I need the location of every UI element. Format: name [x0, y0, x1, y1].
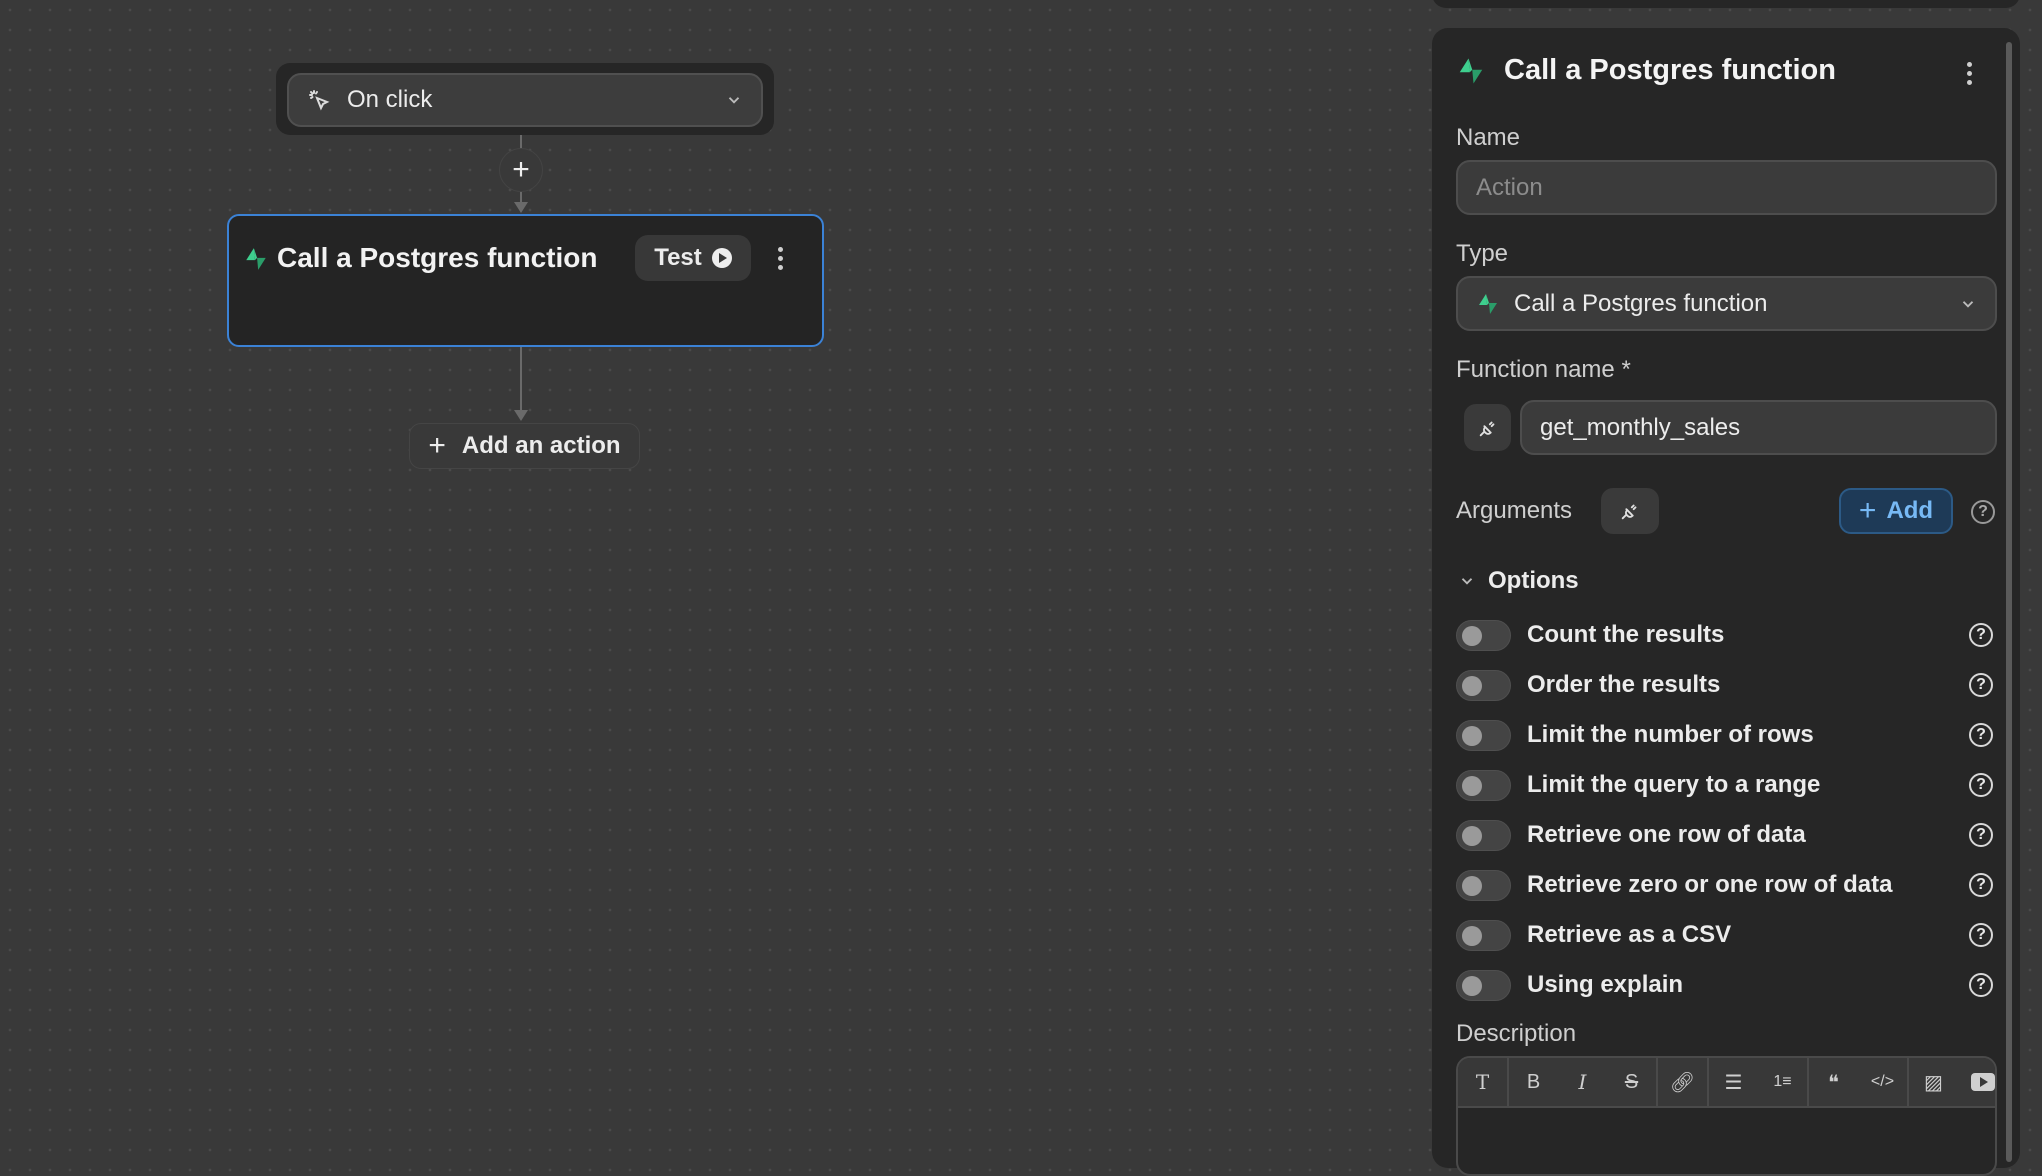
bolt-icon	[243, 246, 269, 272]
help-icon[interactable]: ?	[1969, 823, 1993, 847]
option-label: Limit the query to a range	[1527, 771, 1821, 798]
help-icon[interactable]: ?	[1969, 623, 1993, 647]
bolt-icon	[1476, 292, 1500, 316]
options-toggle[interactable]: Options	[1488, 567, 1579, 595]
option-row: Retrieve as a CSV ?	[1456, 920, 2001, 951]
arrow-icon	[514, 410, 528, 421]
option-label: Retrieve one row of data	[1527, 821, 1806, 848]
add-argument-button[interactable]: + Add	[1839, 488, 1953, 534]
connector	[520, 347, 522, 411]
option-row: Limit the number of rows ?	[1456, 720, 2001, 751]
strikethrough-icon[interactable]: S	[1607, 1058, 1656, 1106]
description-label: Description	[1456, 1020, 1577, 1047]
plus-icon: +	[428, 429, 446, 462]
type-label: Type	[1456, 240, 1509, 267]
more-options-icon[interactable]	[778, 247, 783, 270]
type-select[interactable]: Call a Postgres function	[1456, 276, 1997, 331]
add-step-button[interactable]: +	[499, 148, 543, 192]
italic-icon[interactable]: I	[1558, 1058, 1607, 1106]
option-label: Order the results	[1527, 671, 1721, 698]
action-card-title: Call a Postgres function	[277, 242, 598, 273]
add-action-button[interactable]: + Add an action	[409, 423, 640, 469]
option-row: Limit the query to a range ?	[1456, 770, 2001, 801]
option-toggle[interactable]	[1456, 970, 1511, 1001]
add-action-label: Add an action	[461, 432, 621, 459]
trigger-label: On click	[347, 86, 433, 113]
editor-toolbar: T B I S 🔗︎ ☰ 1≡ ❝ </> ▨	[1458, 1058, 1995, 1108]
option-toggle[interactable]	[1456, 670, 1511, 701]
option-label: Retrieve zero or one row of data	[1527, 871, 1893, 898]
add-label: Add	[1886, 497, 1934, 524]
plug-icon	[1619, 500, 1641, 522]
name-label: Name	[1456, 124, 1521, 151]
scrollbar[interactable]	[2006, 42, 2012, 1162]
option-row: Retrieve one row of data ?	[1456, 820, 2001, 851]
bolt-icon	[1456, 56, 1486, 86]
option-row: Order the results ?	[1456, 670, 2001, 701]
help-icon[interactable]: ?	[1969, 723, 1993, 747]
function-name-label: Function name *	[1456, 356, 1631, 383]
test-label: Test	[654, 244, 702, 271]
chevron-down-icon	[728, 97, 740, 104]
code-icon[interactable]: </>	[1858, 1058, 1907, 1106]
help-icon[interactable]: ?	[1971, 500, 1995, 524]
help-icon[interactable]: ?	[1969, 673, 1993, 697]
panel-title: Call a Postgres function	[1504, 54, 1836, 86]
option-row: Retrieve zero or one row of data ?	[1456, 870, 2001, 901]
function-name-value: get_monthly_sales	[1540, 413, 1741, 441]
option-label: Count the results	[1527, 621, 1725, 648]
quote-icon[interactable]: ❝	[1809, 1058, 1858, 1106]
panel-more-icon[interactable]	[1967, 62, 1972, 85]
name-input[interactable]	[1456, 160, 1997, 215]
function-name-input[interactable]: get_monthly_sales	[1520, 400, 1997, 455]
option-label: Limit the number of rows	[1527, 721, 1814, 748]
option-toggle[interactable]	[1456, 770, 1511, 801]
bind-function-button[interactable]	[1464, 404, 1511, 451]
option-toggle[interactable]	[1456, 620, 1511, 651]
bullet-list-icon[interactable]: ☰	[1709, 1058, 1758, 1106]
video-icon[interactable]	[1958, 1058, 1995, 1106]
panel-top-section	[1432, 0, 2020, 8]
help-icon[interactable]: ?	[1969, 773, 1993, 797]
test-button[interactable]: Test	[635, 235, 751, 281]
arguments-label: Arguments	[1456, 497, 1573, 524]
numbered-list-icon[interactable]: 1≡	[1758, 1058, 1807, 1106]
play-icon	[711, 248, 732, 268]
type-value: Call a Postgres function	[1514, 289, 1768, 317]
option-toggle[interactable]	[1456, 720, 1511, 751]
required-marker: *	[1621, 356, 1631, 383]
option-toggle[interactable]	[1456, 920, 1511, 951]
plus-icon: +	[1858, 494, 1877, 527]
plug-icon	[1477, 417, 1499, 439]
link-icon[interactable]: 🔗︎	[1658, 1058, 1707, 1106]
cursor-click-icon	[309, 90, 330, 111]
trigger-node: On click	[276, 63, 774, 135]
arrow-icon	[514, 202, 528, 213]
option-label: Using explain	[1527, 971, 1684, 998]
chevron-down-icon[interactable]	[1458, 572, 1476, 590]
option-row: Count the results ?	[1456, 620, 2001, 651]
chevron-down-icon	[1962, 300, 1974, 308]
bind-arguments-button[interactable]	[1601, 488, 1659, 534]
trigger-select[interactable]: On click	[287, 73, 763, 127]
image-icon[interactable]: ▨	[1909, 1058, 1958, 1106]
help-icon[interactable]: ?	[1969, 973, 1993, 997]
option-toggle[interactable]	[1456, 870, 1511, 901]
option-row: Using explain ?	[1456, 970, 2001, 1001]
help-icon[interactable]: ?	[1969, 923, 1993, 947]
option-toggle[interactable]	[1456, 820, 1511, 851]
text-style-icon[interactable]: T	[1458, 1058, 1507, 1106]
description-editor[interactable]: T B I S 🔗︎ ☰ 1≡ ❝ </> ▨	[1456, 1056, 1997, 1176]
help-icon[interactable]: ?	[1969, 873, 1993, 897]
action-card[interactable]: Call a Postgres function Test	[227, 214, 824, 347]
connector	[520, 135, 522, 148]
bold-icon[interactable]: B	[1509, 1058, 1558, 1106]
option-label: Retrieve as a CSV	[1527, 921, 1732, 948]
